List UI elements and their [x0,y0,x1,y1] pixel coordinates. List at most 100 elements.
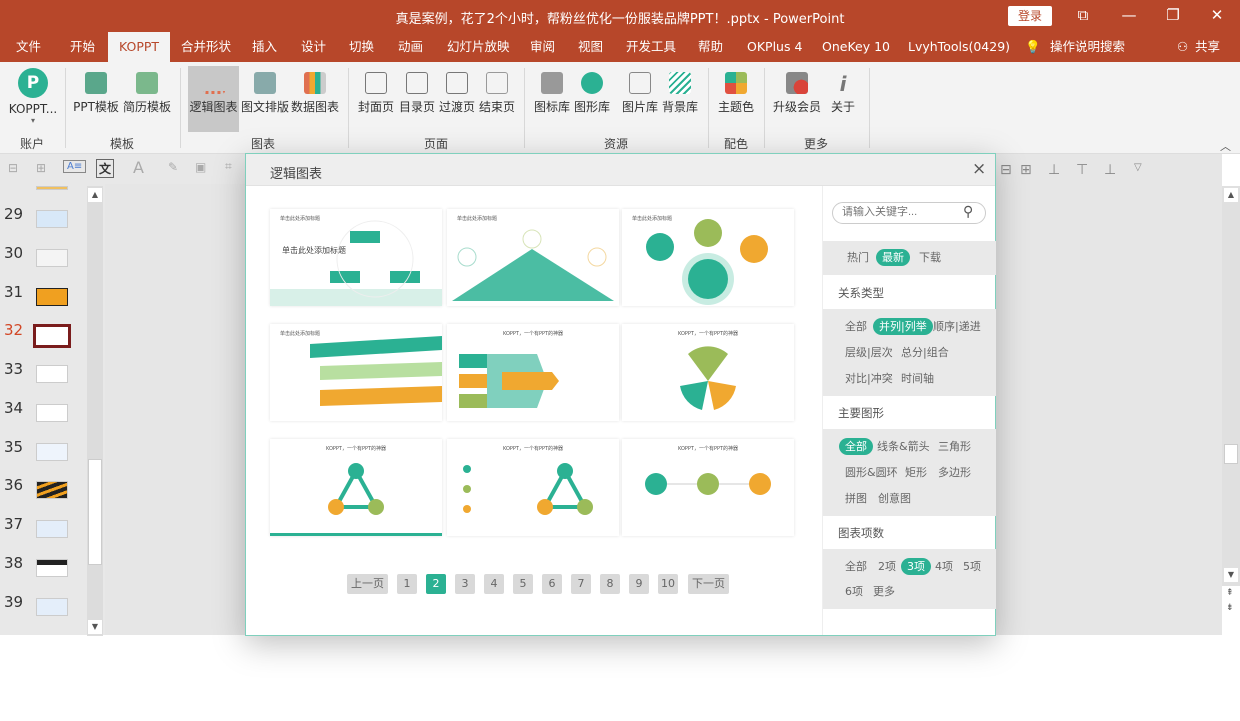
search-icon[interactable]: ⚲ [963,204,973,220]
align-center-icon[interactable]: ⊥ [1048,162,1060,178]
scroll-up-arrow[interactable]: ▲ [88,188,102,202]
distribute-icon[interactable]: ⊞ [36,161,46,175]
search-input[interactable] [842,206,962,218]
slide-thumb-36[interactable] [36,481,68,499]
replace-image-icon[interactable]: ▣ [195,160,206,174]
scroll-up-arrow[interactable]: ▲ [1224,188,1238,202]
page-button-8[interactable]: 8 [600,574,620,594]
background-library-button[interactable]: 背景库 [660,66,700,132]
image-library-button[interactable]: 图片库 [620,66,660,132]
page-button-5[interactable]: 5 [513,574,533,594]
shape-circle-ring[interactable]: 圆形&圆环 [845,464,898,481]
relation-sequence[interactable]: 顺序|递进 [933,318,981,335]
relation-timeline[interactable]: 时间轴 [901,370,934,387]
count-2[interactable]: 2项 [878,558,896,575]
template-card[interactable]: KOPPT，一个有PPT的神器 [447,324,619,421]
align-icon[interactable]: ⊟ [1000,162,1012,178]
slide-thumb-30[interactable] [36,249,68,267]
page-button-9[interactable]: 9 [629,574,649,594]
count-3[interactable]: 3项 [901,558,931,575]
page-button-3[interactable]: 3 [455,574,475,594]
restore-button[interactable]: ❐ [1161,6,1185,24]
relation-parallel[interactable]: 并列|列举 [873,318,933,335]
shape-lines-arrows[interactable]: 线条&箭头 [877,438,930,455]
relation-composition[interactable]: 总分|组合 [901,344,949,361]
shape-polygon[interactable]: 多边形 [938,464,971,481]
data-chart-button[interactable]: 数据图表 [291,66,339,132]
count-all[interactable]: 全部 [845,558,867,575]
shape-all[interactable]: 全部 [839,438,873,455]
page-button-10[interactable]: 10 [658,574,678,594]
scrollbar-thumb[interactable] [1224,444,1238,464]
tell-me-search[interactable]: 操作说明搜索 [1050,32,1125,62]
slide-thumb-37[interactable] [36,520,68,538]
tab-animations[interactable]: 动画 [398,32,423,62]
search-box[interactable]: ⚲ [832,202,986,224]
close-button[interactable]: ✕ [1205,6,1229,24]
toc-page-button[interactable]: 目录页 [397,66,437,132]
page-button-1[interactable]: 1 [397,574,417,594]
tab-design[interactable]: 设计 [301,32,326,62]
close-icon[interactable]: × [972,159,986,179]
text-box-icon[interactable]: A≡ [63,160,87,173]
next-page-button[interactable]: 下一页 [688,574,729,594]
shape-rectangle[interactable]: 矩形 [905,464,927,481]
about-button[interactable]: i 关于 [826,66,860,132]
align-bottom-icon[interactable]: ⊥ [1104,162,1116,178]
align-top-icon[interactable]: ⊤ [1076,162,1088,178]
ppt-template-button[interactable]: PPT模板 [72,66,120,132]
tab-slideshow[interactable]: 幻灯片放映 [447,32,510,62]
tab-developer[interactable]: 开发工具 [626,32,676,62]
relation-contrast[interactable]: 对比|冲突 [845,370,893,387]
slide-thumb[interactable] [36,186,68,190]
distribute-icon[interactable]: ⊞ [1020,162,1032,178]
koppt-account-button[interactable]: P KOPPT... ▾ [6,66,60,132]
slide-thumb-34[interactable] [36,404,68,422]
tab-onekey[interactable]: OneKey 10 [822,32,890,62]
scroll-down-arrow[interactable]: ▼ [1224,568,1238,582]
upgrade-vip-button[interactable]: 升级会员 [770,66,824,132]
tab-help[interactable]: 帮助 [698,32,723,62]
layout-button[interactable]: 图文排版 [241,66,289,132]
sort-newest[interactable]: 最新 [876,249,910,266]
tab-okplus[interactable]: OKPlus 4 [747,32,802,62]
collapse-ribbon-icon[interactable]: ︿ [1220,138,1231,154]
scroll-down-arrow[interactable]: ▼ [88,620,102,634]
count-more[interactable]: 更多 [873,583,895,600]
transition-page-button[interactable]: 过渡页 [437,66,477,132]
logic-chart-button[interactable]: 逻辑图表 [188,66,239,132]
ribbon-display-icon[interactable]: ⧉ [1071,6,1095,24]
template-card[interactable]: 单击此处添加标题 [447,209,619,306]
template-card[interactable]: KOPPT，一个有PPT的神器 [270,439,442,536]
template-card[interactable]: 单击此处添加标题 [270,324,442,421]
scrollbar-thumb[interactable] [88,459,102,565]
slide-thumb-39[interactable] [36,598,68,616]
main-scrollbar[interactable]: ▲ ▼ [1222,186,1240,586]
theme-color-button[interactable]: 主题色 [716,66,756,132]
count-5[interactable]: 5项 [963,558,981,575]
shape-library-button[interactable]: 图形库 [572,66,612,132]
tab-transitions[interactable]: 切换 [349,32,374,62]
tab-merge-shapes[interactable]: 合并形状 [181,32,231,62]
sort-download[interactable]: 下载 [919,249,941,266]
prev-page-button[interactable]: 上一页 [347,574,388,594]
slide-thumb-31[interactable] [36,288,68,306]
template-card[interactable]: KOPPT，一个有PPT的神器 [447,439,619,536]
tab-review[interactable]: 审阅 [530,32,555,62]
end-page-button[interactable]: 结束页 [477,66,517,132]
align-icon[interactable]: ⊟ [8,161,18,175]
page-button-7[interactable]: 7 [571,574,591,594]
tab-insert[interactable]: 插入 [252,32,277,62]
slide-panel-scrollbar[interactable]: ▲ ▼ [87,186,103,636]
share-button[interactable]: 共享 [1195,32,1220,62]
slide-thumb-29[interactable] [36,210,68,228]
chinese-text-icon[interactable]: 文 [96,159,115,178]
resume-template-button[interactable]: 简历模板 [122,66,172,132]
shape-creative[interactable]: 创意图 [878,490,911,507]
font-color-icon[interactable]: A [133,158,144,177]
slide-thumb-38[interactable] [36,559,68,577]
minimize-button[interactable]: — [1117,6,1141,24]
tab-home[interactable]: 开始 [70,32,95,62]
tab-view[interactable]: 视图 [578,32,603,62]
relation-all[interactable]: 全部 [845,318,867,335]
